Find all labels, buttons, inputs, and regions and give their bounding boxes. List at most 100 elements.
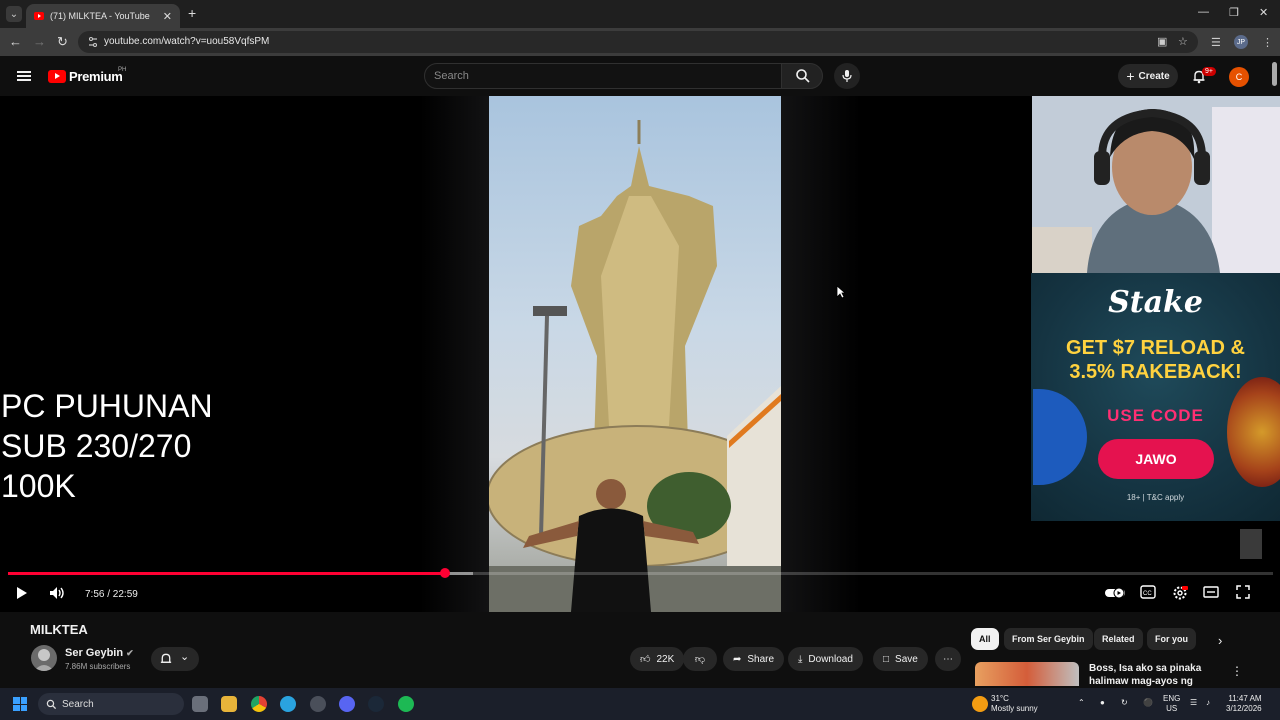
youtube-favicon-icon — [34, 12, 44, 20]
tray-microphone-icon[interactable]: ⚫ — [1143, 698, 1153, 708]
chips-next-chevron-icon[interactable]: › — [1218, 633, 1222, 648]
spotify-icon[interactable] — [398, 696, 414, 712]
language-indicator[interactable]: ENG US — [1163, 694, 1180, 714]
chip-for-you[interactable]: For you — [1147, 628, 1196, 650]
back-button[interactable]: ← — [9, 34, 22, 49]
logo-text[interactable]: Premium — [69, 69, 123, 84]
discord-icon[interactable] — [339, 696, 355, 712]
ball-graphic — [1033, 389, 1087, 485]
progress-scrubber-handle[interactable] — [440, 568, 450, 578]
like-button[interactable]: 👍︎ 22K — [630, 647, 685, 671]
language-code: ENG — [1163, 694, 1181, 703]
channel-name[interactable]: Ser Geybin ✔ — [65, 647, 134, 659]
subscriber-count: 7.86M subscribers — [65, 662, 131, 671]
telegram-icon[interactable] — [280, 696, 296, 712]
windows-start-icon[interactable] — [13, 697, 27, 711]
download-button[interactable]: ⤓ Download — [788, 647, 863, 671]
tray-overflow-chevron-icon[interactable]: ⌃ — [1078, 698, 1085, 708]
tray-sync-icon[interactable]: ↻ — [1121, 698, 1128, 708]
tray-app-icon[interactable]: ● — [1100, 698, 1105, 708]
region-code: PH — [118, 67, 127, 73]
bookmark-icon: □ — [883, 653, 890, 665]
verified-check-icon: ✔ — [126, 648, 134, 658]
new-tab-button[interactable]: + — [188, 5, 196, 21]
overlay-line-3: 100K — [1, 468, 76, 504]
browser-menu-icon[interactable]: ⋮ — [1262, 36, 1273, 49]
plus-icon: + — [1126, 68, 1135, 84]
maximize-button[interactable]: ❐ — [1229, 6, 1239, 19]
wifi-icon[interactable]: ☰ — [1190, 698, 1197, 708]
fullscreen-icon[interactable] — [1236, 585, 1250, 599]
speaker-icon[interactable]: ♪ — [1206, 698, 1210, 708]
page-scrollbar[interactable] — [1272, 62, 1277, 86]
weather-widget[interactable]: 31°C Mostly sunny — [991, 694, 1038, 714]
theater-mode-icon[interactable] — [1203, 585, 1219, 599]
video-player[interactable]: PC PUHUNAN SUB 230/270 100K Stake GET $7… — [0, 96, 1280, 612]
ad-use-code-label: USE CODE — [1107, 406, 1204, 425]
dislike-button[interactable]: 👎︎ — [683, 647, 717, 671]
minimize-button[interactable]: — — [1198, 6, 1209, 18]
wheel-graphic — [1227, 377, 1280, 487]
recommendation-menu-icon[interactable]: ⋮ — [1231, 664, 1243, 678]
url-text[interactable]: youtube.com/watch?v=uou58VqfsPM — [104, 36, 269, 47]
settings-gear-icon[interactable] — [1172, 585, 1188, 601]
weather-temp: 31°C — [991, 694, 1009, 703]
ad-headline-line-2: 3.5% RAKEBACK! — [1069, 361, 1242, 383]
tab-search-button[interactable]: ⌄ — [6, 6, 22, 22]
play-button[interactable] — [14, 585, 30, 601]
progress-bar-played — [8, 572, 445, 575]
youtube-header: Premium PH Search + Create 9+ C — [0, 56, 1280, 96]
bookmark-star-icon[interactable]: ☆ — [1178, 35, 1188, 48]
install-app-icon[interactable]: ▣ — [1157, 35, 1167, 48]
create-button[interactable]: + Create — [1118, 64, 1178, 88]
ad-disclaimer: 18+ | T&C apply — [1126, 493, 1185, 502]
share-button[interactable]: ➦ Share — [723, 647, 785, 671]
volume-icon[interactable] — [48, 585, 66, 601]
task-view-icon[interactable] — [192, 696, 208, 712]
account-avatar[interactable]: C — [1229, 67, 1249, 87]
subscription-bell-button[interactable]: ⌄ — [151, 647, 199, 671]
ad-code-button[interactable]: JAWO — [1098, 439, 1214, 479]
chrome-browser-icon[interactable] — [251, 696, 267, 712]
site-info-icon[interactable] — [87, 36, 99, 48]
steam-icon[interactable] — [368, 696, 384, 712]
system-clock[interactable]: 11:47 AM 3/12/2026 — [1226, 694, 1262, 714]
video-frame[interactable] — [489, 96, 781, 612]
save-button[interactable]: □ Save — [873, 647, 928, 671]
more-actions-button[interactable]: ⋯ — [935, 647, 961, 671]
chip-related[interactable]: Related — [1094, 628, 1143, 650]
address-bar[interactable]: youtube.com/watch?v=uou58VqfsPM ▣ ☆ — [78, 31, 1198, 53]
overlay-line-1: PC PUHUNAN — [1, 388, 213, 424]
voice-search-button[interactable] — [834, 63, 860, 89]
chip-all[interactable]: All — [971, 628, 999, 650]
sponsor-ad-panel[interactable]: Stake GET $7 RELOAD & 3.5% RAKEBACK! USE… — [1031, 273, 1280, 521]
autoplay-toggle[interactable] — [1104, 587, 1126, 599]
tab-close-icon[interactable]: ✕ — [163, 10, 172, 23]
video-title: MILKTEA — [30, 622, 88, 637]
weather-sun-icon[interactable] — [972, 696, 988, 712]
close-window-button[interactable]: ✕ — [1259, 6, 1268, 19]
profile-avatar[interactable]: JP — [1234, 35, 1248, 49]
share-arrow-icon: ➦ — [733, 653, 742, 665]
search-button[interactable] — [781, 63, 823, 89]
taskbar-search[interactable]: Search — [38, 693, 184, 715]
reload-button[interactable]: ↻ — [57, 34, 68, 50]
channel-watermark[interactable] — [1240, 529, 1262, 559]
obs-icon[interactable] — [310, 696, 326, 712]
youtube-logo-icon[interactable] — [48, 70, 66, 83]
recommended-video-thumbnail[interactable] — [975, 662, 1079, 686]
channel-avatar-image — [34, 649, 54, 671]
chip-from-channel[interactable]: From Ser Geybin — [1004, 628, 1093, 650]
download-icon: ⤓ — [798, 653, 803, 665]
search-input[interactable]: Search — [424, 63, 782, 89]
create-label: Create — [1138, 70, 1170, 82]
channel-avatar[interactable] — [31, 645, 57, 671]
download-label: Download — [808, 653, 853, 665]
file-explorer-icon[interactable] — [221, 696, 237, 712]
chevron-down-icon: ⌄ — [180, 651, 190, 663]
guide-menu-icon[interactable] — [17, 71, 31, 81]
media-controls-icon[interactable]: ☰ — [1211, 36, 1221, 49]
browser-tab[interactable]: (71) MILKTEA - YouTube ✕ — [26, 4, 180, 28]
forward-button[interactable]: → — [33, 34, 46, 49]
captions-icon[interactable]: CC — [1140, 585, 1156, 599]
